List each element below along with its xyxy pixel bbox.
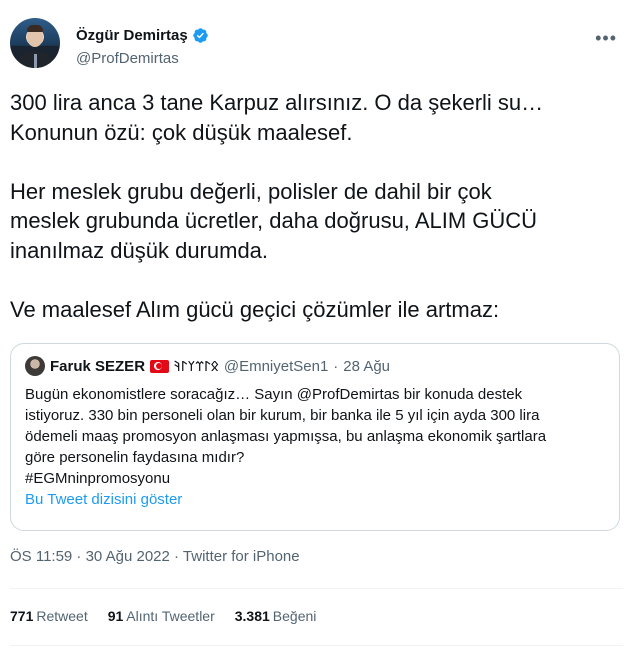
quoted-author-runes: 𐰋𐰃𐰼𐰠𐰃𐰚 [174,358,219,375]
retweets-count: 771 [10,608,34,624]
quote-tweets-stat[interactable]: 91 Alıntı Tweetler [108,608,215,624]
tweet-text: 300 lira anca 3 tane Karpuz alırsınız. O… [10,88,622,324]
avatar-tie [34,54,37,68]
turkey-flag-icon [150,359,170,373]
quoted-author-avatar [25,356,45,376]
meta-separator: · [333,357,339,375]
likes-count: 3.381 [234,608,270,624]
verified-badge-icon [192,27,209,44]
avatar-hair [27,25,43,32]
quoted-tweet-date: 28 Ağu [343,357,391,375]
tweet-paragraph: 300 lira anca 3 tane Karpuz alırsınız. O… [10,90,544,145]
author-name-row: Özgür Demirtaş [76,27,209,44]
author-handle[interactable]: @ProfDemirtas [76,50,179,67]
quotes-label: Alıntı Tweetler [126,608,215,624]
retweets-stat[interactable]: 771 Retweet [10,608,88,624]
quoted-tweet-header: Faruk SEZER 𐰋𐰃𐰼𐰠𐰃𐰚 @EmniyetSen1 · 28 Ağu [25,356,605,376]
quoted-author-handle: @EmniyetSen1 [223,357,329,375]
divider [10,645,623,646]
retweets-label: Retweet [36,608,88,624]
quoted-tweet-text: Bugün ekonomistlere soracağız… Sayın @Pr… [25,386,547,487]
tweet-paragraph: Her meslek grubu değerli, polisler de da… [10,178,538,263]
quoted-author-name: Faruk SEZER [50,357,146,375]
quotes-count: 91 [107,608,124,624]
likes-label: Beğeni [272,608,317,624]
more-horizontal-icon[interactable]: ••• [595,28,617,49]
quoted-tweet[interactable]: Faruk SEZER 𐰋𐰃𐰼𐰠𐰃𐰚 @EmniyetSen1 · 28 Ağu… [10,343,620,531]
tweet-header: Özgür Demirtaş @ProfDemirtas ••• [10,10,623,74]
divider [10,588,623,589]
tweet-stats: 771 Retweet 91 Alıntı Tweetler 3.381 Beğeni [10,608,316,624]
tweet-paragraph: Ve maalesef Alım gücü geçici çözümler il… [10,296,500,322]
author-display-name[interactable]: Özgür Demirtaş [76,27,188,44]
show-thread-link[interactable]: Bu Tweet dizisini göster [25,491,605,508]
author-avatar[interactable] [10,18,60,68]
likes-stat[interactable]: 3.381 Beğeni [235,608,317,624]
tweet-timestamp[interactable]: ÖS 11:59 · 30 Ağu 2022 · Twitter for iPh… [10,548,300,565]
